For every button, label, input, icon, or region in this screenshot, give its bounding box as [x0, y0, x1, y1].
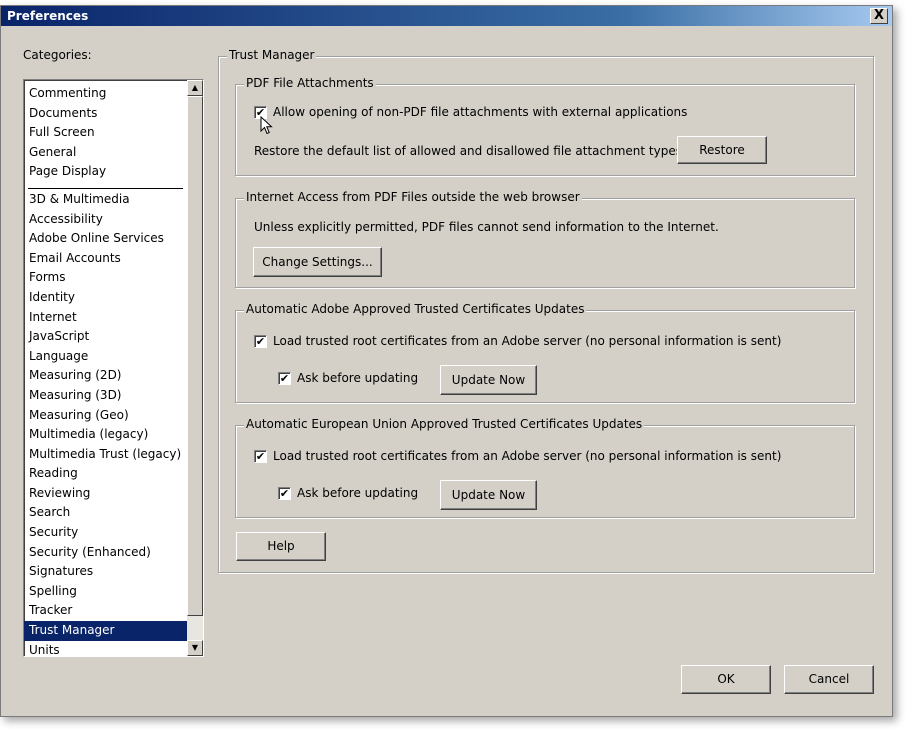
- category-item[interactable]: Measuring (Geo): [24, 406, 187, 426]
- category-item[interactable]: Units: [24, 641, 187, 656]
- category-item[interactable]: Security: [24, 523, 187, 543]
- scroll-down-icon: ▼: [191, 643, 199, 652]
- category-item[interactable]: Adobe Online Services: [24, 229, 187, 249]
- mouse-pointer-icon: [260, 116, 273, 135]
- check-icon: ✔: [255, 335, 266, 348]
- category-item[interactable]: Page Display: [24, 162, 187, 182]
- eu-load-certs-label: Load trusted root certificates from an A…: [273, 449, 782, 463]
- category-item[interactable]: Spelling: [24, 582, 187, 602]
- internet-access-legend: Internet Access from PDF Files outside t…: [244, 190, 582, 204]
- categories-list-items: Commenting Documents Full Screen General Pag…: [24, 84, 187, 656]
- category-item[interactable]: Measuring (3D): [24, 386, 187, 406]
- adobe-ask-checkbox[interactable]: ✔: [278, 372, 291, 385]
- category-item[interactable]: Forms: [24, 268, 187, 288]
- category-item[interactable]: Reading: [24, 464, 187, 484]
- check-icon: ✔: [279, 487, 290, 500]
- panel-title: Trust Manager: [227, 48, 317, 62]
- eu-certs-group: Automatic European Union Approved Truste…: [235, 417, 855, 518]
- restore-text: Restore the default list of allowed and …: [254, 144, 686, 158]
- eu-load-certs-checkbox[interactable]: ✔: [254, 450, 267, 463]
- adobe-load-certs-label: Load trusted root certificates from an A…: [273, 334, 782, 348]
- categories-list[interactable]: Commenting Documents Full Screen General Pag…: [23, 79, 204, 657]
- category-item[interactable]: 3D & Multimedia: [24, 190, 187, 210]
- ok-button[interactable]: OK: [681, 665, 771, 694]
- close-button[interactable]: X: [870, 8, 888, 24]
- category-item[interactable]: Security (Enhanced): [24, 543, 187, 563]
- check-icon: ✔: [255, 450, 266, 463]
- eu-update-now-button[interactable]: Update Now: [440, 480, 537, 510]
- eu-ask-label: Ask before updating: [297, 486, 419, 500]
- adobe-certs-legend: Automatic Adobe Approved Trusted Certifi…: [244, 302, 587, 316]
- adobe-certs-group: Automatic Adobe Approved Trusted Certifi…: [235, 302, 855, 403]
- title-bar[interactable]: Preferences X: [1, 6, 892, 26]
- category-separator: [24, 182, 187, 190]
- cancel-button[interactable]: Cancel: [784, 665, 874, 694]
- category-item[interactable]: Tracker: [24, 601, 187, 621]
- change-settings-button[interactable]: Change Settings...: [253, 247, 382, 277]
- category-item[interactable]: Documents: [24, 104, 187, 124]
- adobe-update-now-button[interactable]: Update Now: [440, 365, 537, 395]
- close-icon: X: [873, 8, 885, 23]
- internet-info-text: Unless explicitly permitted, PDF files c…: [254, 220, 719, 234]
- scroll-thumb[interactable]: [187, 96, 203, 616]
- allow-attachments-label: Allow opening of non-PDF file attachment…: [273, 105, 688, 119]
- preferences-dialog: Preferences X Categories: Commenting Docu…: [0, 5, 893, 717]
- adobe-load-certs-checkbox[interactable]: ✔: [254, 335, 267, 348]
- category-item[interactable]: Signatures: [24, 562, 187, 582]
- scroll-up-icon: ▲: [191, 83, 199, 92]
- category-item[interactable]: Reviewing: [24, 484, 187, 504]
- category-item[interactable]: Trust Manager: [24, 621, 187, 641]
- category-item[interactable]: Accessibility: [24, 210, 187, 230]
- category-item[interactable]: Multimedia (legacy): [24, 425, 187, 445]
- adobe-ask-label: Ask before updating: [297, 371, 419, 385]
- category-item[interactable]: General: [24, 143, 187, 163]
- eu-certs-legend: Automatic European Union Approved Truste…: [244, 417, 645, 431]
- internet-access-group: Internet Access from PDF Files outside t…: [235, 190, 855, 288]
- window-title: Preferences: [7, 9, 89, 23]
- categories-scrollbar[interactable]: ▲ ▼: [187, 80, 203, 656]
- scroll-down-button[interactable]: ▼: [187, 640, 203, 656]
- category-item[interactable]: Full Screen: [24, 123, 187, 143]
- category-item[interactable]: JavaScript: [24, 327, 187, 347]
- category-item[interactable]: Email Accounts: [24, 249, 187, 269]
- category-item[interactable]: Internet: [24, 308, 187, 328]
- pdf-attachments-group: PDF File Attachments ✔ Allow opening of …: [235, 76, 855, 176]
- category-item[interactable]: Identity: [24, 288, 187, 308]
- eu-ask-checkbox[interactable]: ✔: [278, 487, 291, 500]
- restore-button[interactable]: Restore: [677, 136, 767, 164]
- categories-label: Categories:: [23, 48, 92, 62]
- category-item[interactable]: Commenting: [24, 84, 187, 104]
- category-item[interactable]: Measuring (2D): [24, 366, 187, 386]
- scroll-up-button[interactable]: ▲: [187, 80, 203, 96]
- help-button[interactable]: Help: [236, 532, 326, 561]
- check-icon: ✔: [279, 372, 290, 385]
- category-item[interactable]: Search: [24, 503, 187, 523]
- pdf-attachments-legend: PDF File Attachments: [244, 76, 376, 90]
- category-item[interactable]: Language: [24, 347, 187, 367]
- category-item[interactable]: Multimedia Trust (legacy): [24, 445, 187, 465]
